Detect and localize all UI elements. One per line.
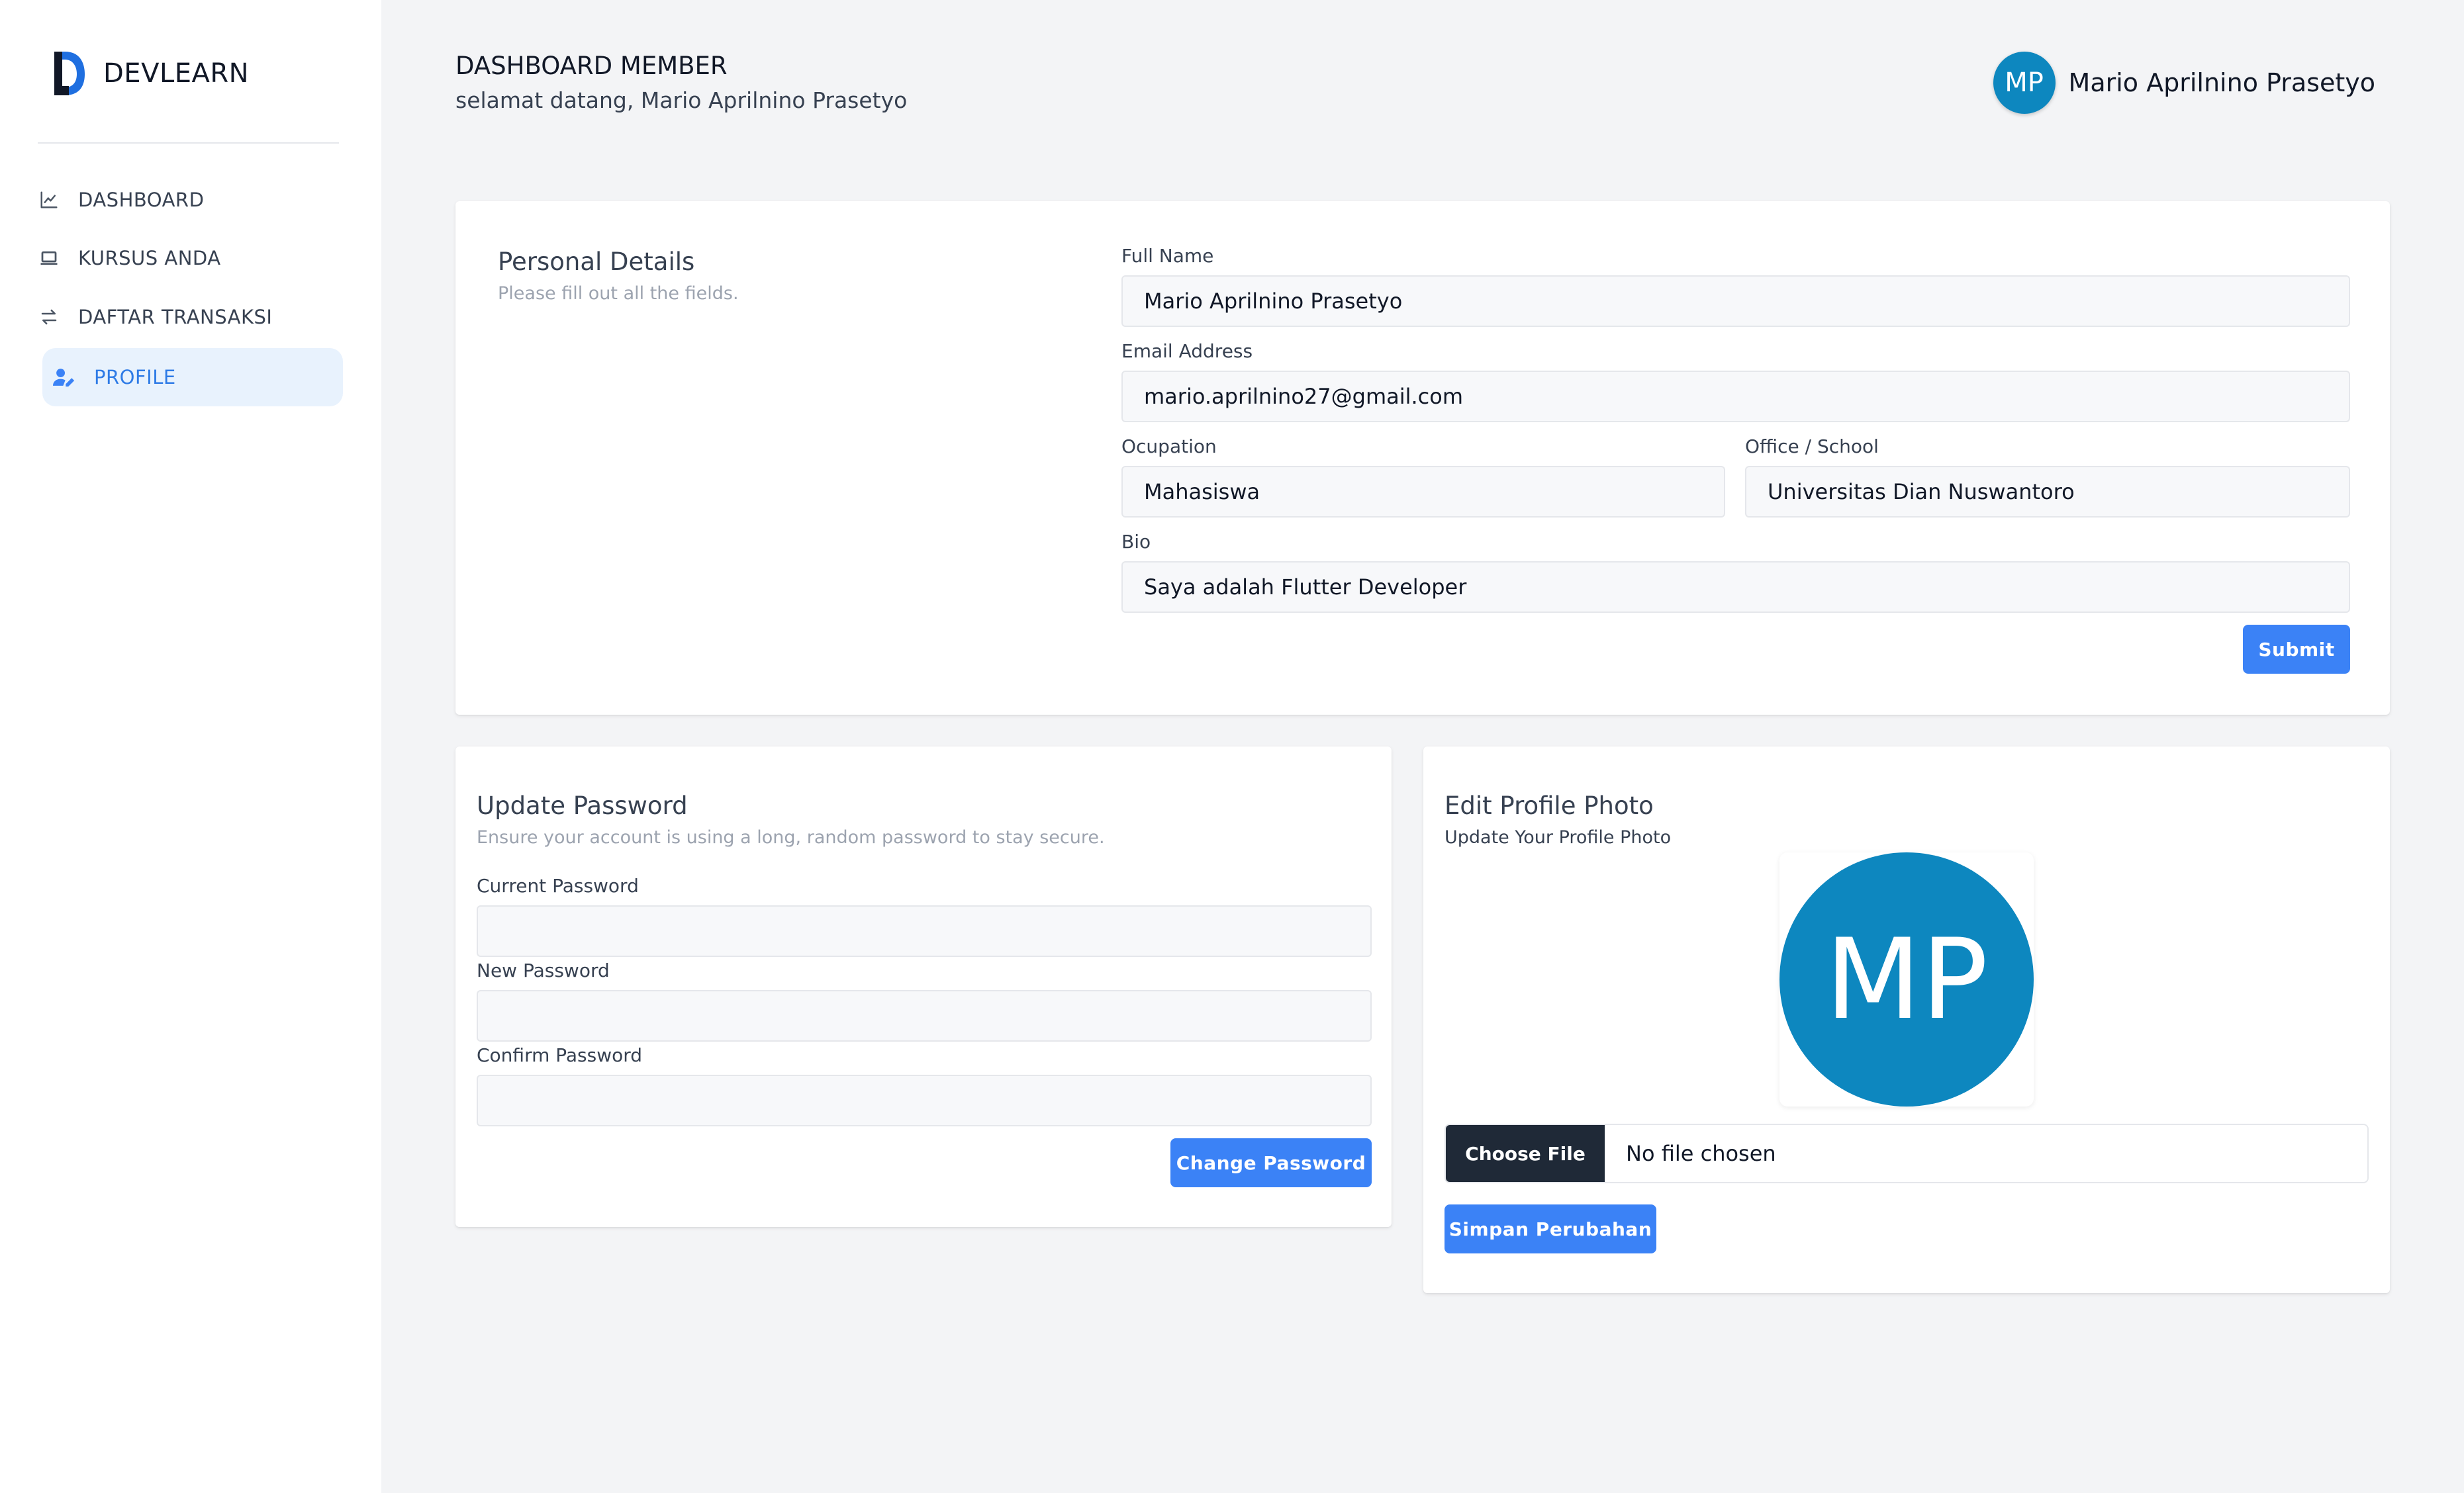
edit-profile-photo-description: Update Your Profile Photo	[1445, 827, 1672, 848]
confirm-password-label: Confirm Password	[477, 1044, 643, 1066]
edit-profile-photo-title: Edit Profile Photo	[1445, 792, 1654, 820]
save-changes-button[interactable]: Simpan Perubahan	[1445, 1204, 1656, 1253]
laptop-icon	[36, 245, 62, 271]
change-password-button[interactable]: Change Password	[1170, 1138, 1372, 1187]
user-name: Mario Aprilnino Prasetyo	[2068, 68, 2375, 97]
full-name-label: Full Name	[1121, 245, 1214, 267]
sidebar-item-label: DAFTAR TRANSAKSI	[78, 306, 273, 328]
office-school-label: Office / School	[1745, 435, 1879, 457]
profile-photo-preview: MP	[1779, 852, 2034, 1107]
personal-details-description: Please fill out all the fields.	[498, 283, 739, 304]
sidebar-item-dashboard[interactable]: DASHBOARD	[36, 171, 344, 229]
welcome-text: selamat datang, Mario Aprilnino Prasetyo	[455, 87, 908, 113]
chart-line-icon	[36, 187, 62, 213]
bio-field[interactable]	[1121, 561, 2350, 613]
sidebar: DEVLEARN DASHBOARD KURSUS ANDA DAFTAR TR…	[0, 0, 381, 1493]
sidebar-item-label: KURSUS ANDA	[78, 247, 221, 269]
avatar: MP	[1993, 52, 2056, 114]
sidebar-item-profile[interactable]: PROFILE	[42, 348, 343, 406]
avatar: MP	[1779, 852, 2034, 1107]
occupation-field[interactable]	[1121, 466, 1725, 518]
brand[interactable]: DEVLEARN	[50, 45, 249, 102]
email-field[interactable]	[1121, 371, 2350, 422]
brand-name: DEVLEARN	[103, 58, 250, 89]
current-password-field[interactable]	[477, 905, 1372, 957]
profile-photo-file-input[interactable]: Choose File No file chosen	[1445, 1124, 2369, 1183]
choose-file-button[interactable]: Choose File	[1446, 1125, 1605, 1182]
arrows-exchange-icon	[36, 304, 62, 330]
sidebar-item-kursus-anda[interactable]: KURSUS ANDA	[36, 229, 344, 287]
office-school-field[interactable]	[1745, 466, 2350, 518]
edit-profile-photo-card: Edit Profile Photo Update Your Profile P…	[1423, 746, 2390, 1293]
confirm-password-field[interactable]	[477, 1075, 1372, 1126]
email-label: Email Address	[1121, 340, 1253, 362]
new-password-label: New Password	[477, 960, 610, 981]
full-name-field[interactable]	[1121, 275, 2350, 327]
file-status-text: No file chosen	[1626, 1141, 1776, 1166]
sidebar-item-label: DASHBOARD	[78, 189, 205, 211]
page-title: DASHBOARD MEMBER	[455, 52, 728, 80]
submit-button[interactable]: Submit	[2243, 625, 2350, 674]
user-edit-icon	[52, 364, 78, 390]
sidebar-divider	[38, 142, 339, 144]
user-menu[interactable]: MP Mario Aprilnino Prasetyo	[1993, 52, 2375, 114]
sidebar-item-daftar-transaksi[interactable]: DAFTAR TRANSAKSI	[36, 288, 344, 346]
current-password-label: Current Password	[477, 875, 639, 897]
update-password-title: Update Password	[477, 792, 688, 820]
update-password-card: Update Password Ensure your account is u…	[455, 746, 1392, 1227]
personal-details-card: Personal Details Please fill out all the…	[455, 201, 2390, 715]
update-password-description: Ensure your account is using a long, ran…	[477, 827, 1105, 848]
sidebar-item-label: PROFILE	[94, 366, 176, 388]
occupation-label: Ocupation	[1121, 435, 1217, 457]
devlearn-logo-icon	[54, 52, 85, 95]
personal-details-title: Personal Details	[498, 248, 695, 276]
bio-label: Bio	[1121, 531, 1151, 553]
new-password-field[interactable]	[477, 990, 1372, 1042]
